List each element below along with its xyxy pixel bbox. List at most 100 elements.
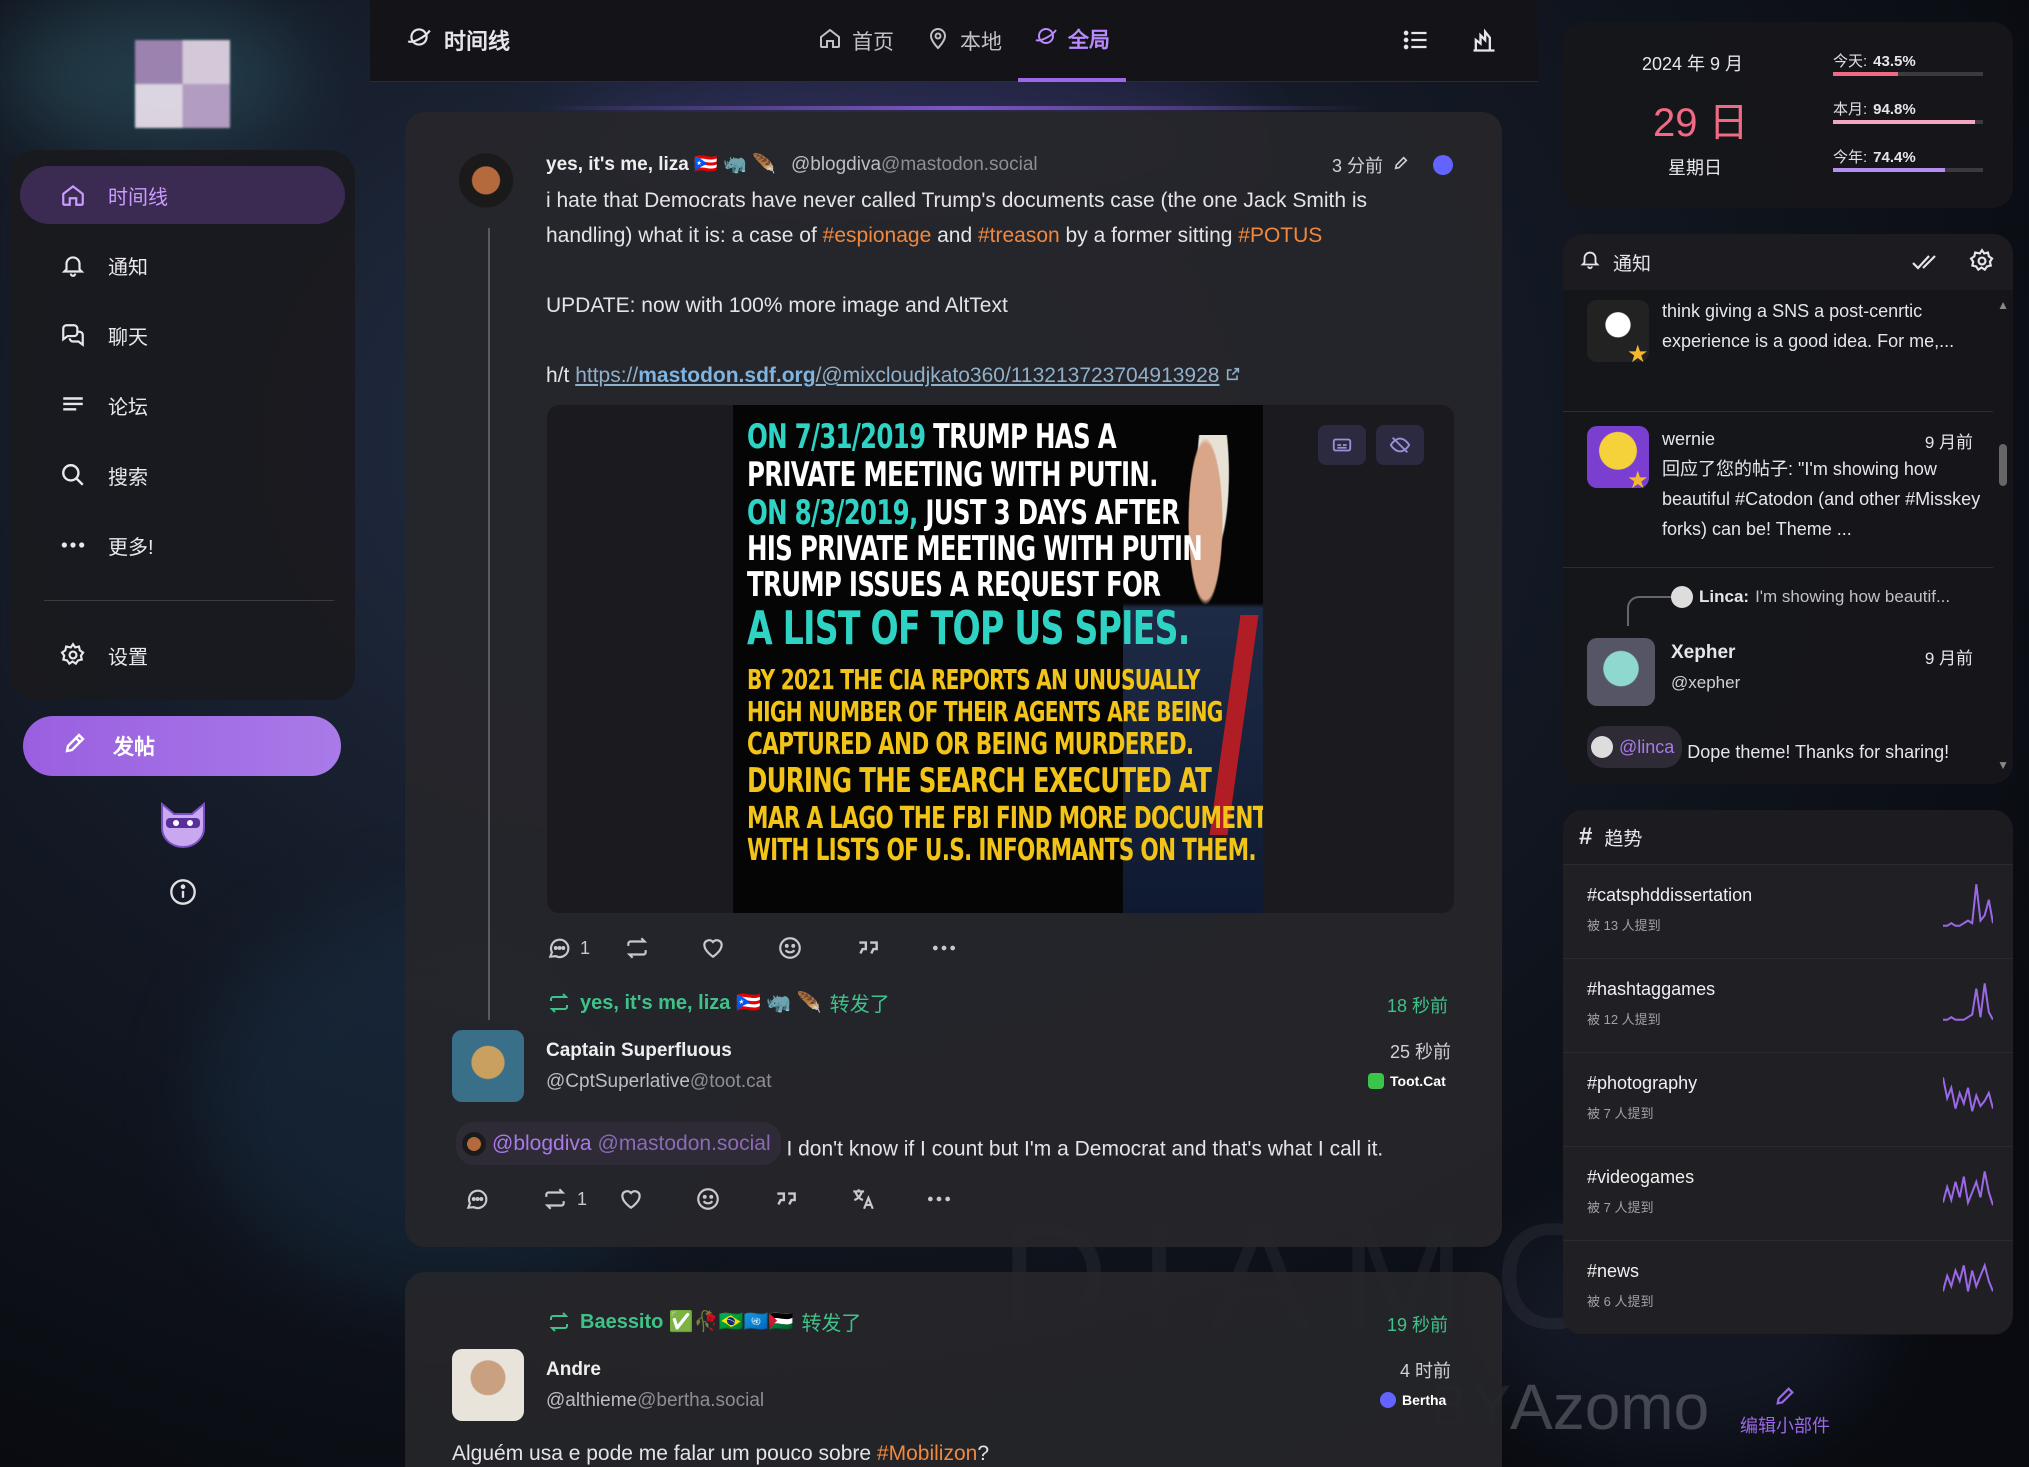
mention-user: @linca (1619, 737, 1675, 757)
stats-icon[interactable] (1470, 26, 1498, 59)
post-author-avatar[interactable] (458, 148, 514, 220)
post-time[interactable]: 25 秒前 (1390, 1038, 1451, 1064)
image-text-run: PRIVATE MEETING WITH PUTIN. (747, 455, 1158, 495)
mention-chip[interactable]: @linca (1587, 726, 1683, 768)
progress-today: 今天: 43.5% (1833, 50, 1983, 76)
image-text-line: ON 7/31/2019 TRUMP HAS A (747, 417, 1117, 457)
sparkline-line (1943, 1262, 1993, 1292)
nav-item-timeline[interactable]: 时间线 (20, 166, 345, 224)
instance-badge[interactable]: Bertha (1380, 1392, 1446, 1408)
nav-label: 搜索 (108, 466, 148, 489)
trend-item[interactable]: #photography 被 7 人提到 (1563, 1052, 2013, 1146)
more-options-button[interactable] (931, 935, 1008, 961)
quote-button[interactable] (772, 1186, 849, 1212)
mention-chip[interactable]: @blogdiva @mastodon.social (456, 1122, 781, 1165)
boost-icon (549, 1311, 569, 1332)
sparkline-line (1943, 983, 1993, 1021)
caption-icon (1332, 438, 1352, 452)
handle-user: @althieme (546, 1390, 638, 1411)
nav-item-forum[interactable]: 论坛 (20, 376, 345, 434)
tab-global[interactable]: 全局 (1018, 0, 1126, 82)
scroll-down-arrow[interactable]: ▼ (1997, 758, 2009, 772)
calendar-widget: 2024 年 9 月 29 日 星期日 今天: 43.5% 本月: 94.8% 今年… (1563, 22, 2013, 208)
nav-item-settings[interactable]: 设置 (20, 626, 345, 684)
reblog-time[interactable]: 19 秒前 (1387, 1311, 1448, 1337)
mark-all-read-icon[interactable] (1911, 250, 1941, 280)
reblog-header[interactable]: yes, it's me, liza 🇵🇷 🦏 🪶 转发了 (546, 988, 890, 1017)
more-options-button[interactable] (926, 1186, 1003, 1212)
image-text-run: MAR A LAGO THE FBI FIND MORE DOCUMENTS (747, 801, 1263, 836)
reply-button[interactable] (464, 1186, 541, 1212)
alt-text-button[interactable] (1318, 425, 1366, 465)
notifier-name: wernie (1662, 429, 1716, 449)
scrollbar-thumb[interactable] (1999, 444, 2007, 486)
reblog-time[interactable]: 18 秒前 (1387, 992, 1448, 1018)
notification-item[interactable]: ★ think giving a SNS a post-cenrtic expe… (1563, 290, 1993, 412)
notifications-header: 通知 (1563, 234, 2013, 290)
quote-button[interactable] (854, 935, 931, 961)
hashtag-link[interactable]: #POTUS (1238, 224, 1322, 247)
post-author-name[interactable]: yes, it's me, liza 🇵🇷 🦏 🪶 @blogdiva@mast… (546, 152, 1038, 176)
post-author-name[interactable]: Andre (546, 1359, 601, 1381)
sparkline-line (1943, 1171, 1993, 1207)
nav-item-chat[interactable]: 聊天 (20, 306, 345, 364)
link-host: mastodon.sdf.org (638, 364, 816, 387)
hashtag-link[interactable]: #espionage (823, 224, 932, 247)
handle-host: @toot.cat (689, 1071, 772, 1092)
list-icon[interactable] (1402, 26, 1430, 59)
gear-icon[interactable] (1969, 248, 1995, 280)
post-time[interactable]: 4 时前 (1400, 1357, 1451, 1383)
trend-item[interactable]: #news 被 6 人提到 (1563, 1240, 2013, 1334)
user-avatar[interactable] (135, 40, 230, 128)
trend-count: 被 12 人提到 (1587, 1012, 1661, 1027)
tab-home[interactable]: 首页 (802, 0, 910, 82)
nav-item-search[interactable]: 搜索 (20, 446, 345, 504)
boost-button[interactable] (623, 935, 700, 961)
post-author-avatar[interactable] (452, 1349, 524, 1421)
mastodon-instance-icon (1433, 155, 1454, 175)
reblogger-name: yes, it's me, liza 🇵🇷 🦏 🪶 (580, 992, 822, 1014)
external-link[interactable]: https://mastodon.sdf.org/@mixcloudjkato3… (575, 364, 1219, 387)
post-author-name[interactable]: Captain Superfluous (546, 1040, 732, 1062)
text-run: h/t (546, 364, 576, 387)
notification-item[interactable]: ★ wernie 9 月前 回应了您的帖子: "I'm showing how … (1563, 412, 1993, 568)
post-time[interactable]: 3 分前 (1332, 152, 1454, 178)
hashtag-link[interactable]: #Mobilizon (877, 1442, 977, 1465)
nav-item-notifications[interactable]: 通知 (20, 236, 345, 294)
scroll-up-arrow[interactable]: ▲ (1997, 298, 2009, 312)
boost-count: 1 (577, 1188, 588, 1209)
reply-button[interactable]: 1 (546, 935, 623, 961)
like-button[interactable] (618, 1186, 695, 1212)
stat-label: 今年: (1833, 149, 1868, 166)
attached-image: ON 7/31/2019 TRUMP HAS A PRIVATE MEETING … (733, 405, 1263, 913)
react-button[interactable] (695, 1186, 772, 1212)
image-text-run: HIGH NUMBER OF THEIR AGENTS ARE BEING (747, 695, 1223, 728)
notification-item[interactable]: Linca: I'm showing how beautif... Xepher… (1563, 568, 1993, 784)
trend-item[interactable]: #catsphddissertation 被 13 人提到 (1563, 864, 2013, 958)
post-text: Alguém usa e pode me falar um pouco sobr… (452, 1442, 877, 1465)
react-button[interactable] (777, 935, 854, 961)
translate-button[interactable] (849, 1186, 926, 1212)
instance-badge[interactable]: Toot.Cat (1368, 1073, 1446, 1089)
reply-text: Dope theme! Thanks for sharing! (1682, 742, 1950, 762)
reblog-header[interactable]: Baessito ✅🥀🇧🇷🇺🇳🇵🇸 转发了 (546, 1307, 861, 1336)
hide-media-button[interactable] (1376, 425, 1424, 465)
post-image-attachment[interactable]: ON 7/31/2019 TRUMP HAS A PRIVATE MEETING … (547, 405, 1454, 913)
trend-item[interactable]: #hashtaggames 被 12 人提到 (1563, 958, 2013, 1052)
info-icon[interactable] (169, 878, 197, 906)
hashtag-link[interactable]: #treason (978, 224, 1060, 247)
home-icon (60, 182, 86, 208)
panel-title: 趋势 (1604, 828, 1643, 850)
post-author-avatar[interactable] (452, 1030, 524, 1102)
heart-icon (703, 939, 723, 958)
catodon-logo-icon[interactable] (158, 800, 208, 848)
trend-item[interactable]: #videogames 被 7 人提到 (1563, 1146, 2013, 1240)
tab-local[interactable]: 本地 (910, 0, 1018, 82)
nav-item-more[interactable]: 更多! (20, 516, 345, 574)
edit-widgets-button[interactable]: 编辑小部件 (1740, 1385, 1830, 1438)
boost-button[interactable]: 1 (541, 1186, 618, 1212)
like-button[interactable] (700, 935, 777, 961)
compose-post-button[interactable]: 发帖 (23, 716, 341, 776)
quote-author: Linca: (1699, 587, 1750, 606)
star-icon: ★ (1627, 341, 1649, 368)
